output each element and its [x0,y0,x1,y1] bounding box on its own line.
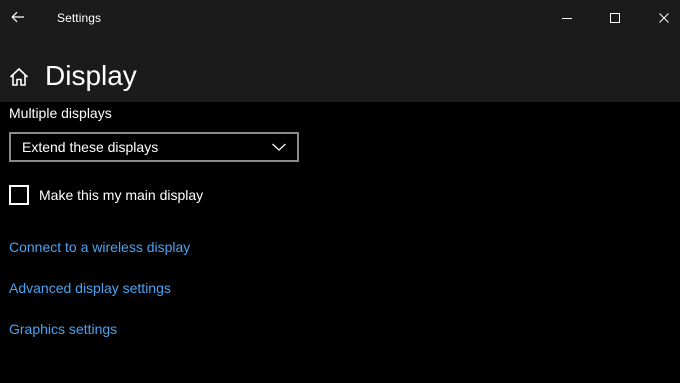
title-bar: Settings [0,0,680,36]
main-display-checkbox-label[interactable]: Make this my main display [39,187,203,203]
link-connect-wireless-display[interactable]: Connect to a wireless display [9,239,190,255]
page-title: Display [45,60,137,91]
home-icon[interactable] [8,66,30,88]
close-icon [659,13,669,23]
back-arrow-icon [11,11,24,23]
chevron-down-icon [272,143,286,151]
link-advanced-display-settings[interactable]: Advanced display settings [9,280,171,296]
dropdown-selected-value: Extend these displays [22,139,159,155]
close-button[interactable] [641,0,680,36]
maximize-button[interactable] [592,0,638,36]
link-graphics-settings[interactable]: Graphics settings [9,321,117,337]
minimize-button[interactable] [544,0,590,36]
main-display-checkbox-row[interactable]: Make this my main display [9,183,203,207]
settings-window: Settings Display Multiple displays Exten… [0,0,680,383]
page-header: Display [0,56,680,100]
maximize-icon [610,13,620,23]
back-button[interactable] [2,2,34,32]
minimize-icon [562,18,572,19]
multiple-displays-label: Multiple displays [9,105,112,121]
window-title: Settings [57,11,102,25]
main-display-checkbox[interactable] [9,185,29,205]
multiple-displays-dropdown[interactable]: Extend these displays [9,132,299,162]
header-area: Settings Display [0,0,680,102]
